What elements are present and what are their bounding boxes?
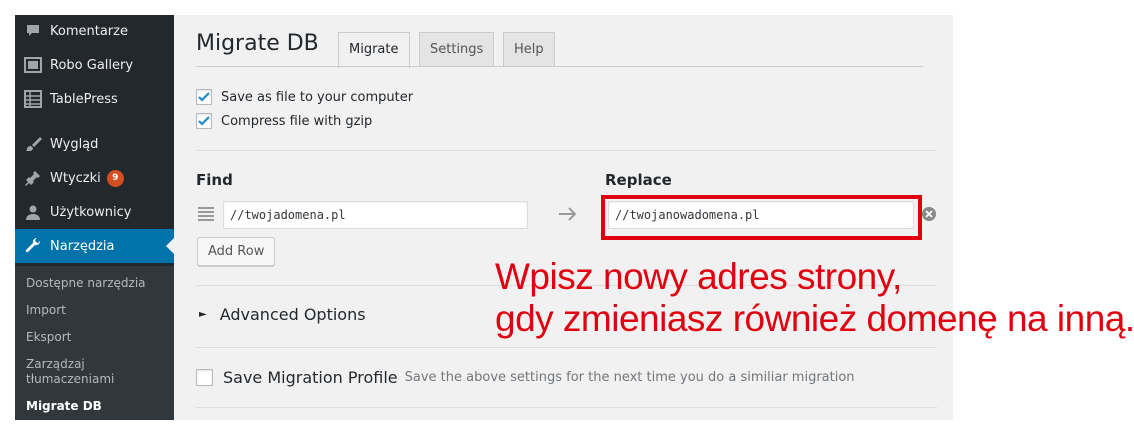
comment-icon [22,20,44,42]
save-file-checkbox[interactable] [196,89,212,105]
option-label: Save as file to your computer [221,89,414,105]
sidebar-item-robo-gallery[interactable]: Robo Gallery [15,48,174,82]
sidebar-item-label: Komentarze [50,23,128,39]
find-input[interactable]: //twojadomena.pl [223,201,528,229]
update-count-badge: 9 [106,169,124,187]
advanced-options-toggle[interactable]: ► Advanced Options [199,305,366,324]
sidebar-item-appearance[interactable]: Wygląd [15,127,174,161]
replace-label: Replace [605,171,672,189]
sidebar-item-label: Narzędzia [50,238,115,254]
find-label: Find [196,171,233,189]
submenu-item-import[interactable]: Import [26,303,66,318]
section-divider [196,407,937,408]
sidebar-item-users[interactable]: Użytkownicy [15,195,174,229]
annotation-highlight-box [601,195,922,240]
sidebar-item-label: Wygląd [50,136,99,152]
tab-help[interactable]: Help [503,32,555,67]
sidebar-item-comments[interactable]: Komentarze [15,14,174,48]
submenu-item-available-tools[interactable]: Dostępne narzędzia [26,276,146,291]
gallery-icon [22,54,44,76]
sidebar-item-label: Użytkownicy [50,204,132,220]
option-compress-gzip[interactable]: Compress file with gzip [196,113,372,129]
save-profile-row[interactable]: Save Migration Profile Save the above se… [196,368,855,387]
annotation-line-2: gdy zmieniasz również domenę na inną. [495,298,1134,339]
save-profile-checkbox[interactable] [196,369,213,386]
active-indicator-arrow [166,238,174,254]
save-profile-label: Save Migration Profile [223,368,398,387]
checkmark-icon [198,116,210,126]
option-save-as-file[interactable]: Save as file to your computer [196,89,413,105]
wrench-icon [22,235,44,257]
user-icon [22,201,44,223]
advanced-options-label: Advanced Options [219,305,366,324]
page-title: Migrate DB [196,31,319,56]
checkmark-icon [198,92,210,102]
annotation-line-1: Wpisz nowy adres strony, [495,256,902,297]
arrow-right-icon [559,207,577,221]
tab-divider [196,66,923,67]
section-divider [196,347,937,348]
annotation-text: Wpisz nowy adres strony, gdy zmieniasz r… [495,256,1134,340]
submenu-item-manage-translations[interactable]: Zarządzaj tłumaczeniami [26,357,136,387]
sidebar-item-tools[interactable]: Narzędzia [15,229,174,263]
plugin-icon [22,167,44,189]
option-label: Compress file with gzip [221,113,373,129]
paintbrush-icon [22,133,44,155]
sidebar-item-plugins[interactable]: Wtyczki 9 [15,161,174,195]
submenu-item-migrate-db[interactable]: Migrate DB [26,399,102,414]
admin-sidebar: Komentarze Robo Gallery TablePress Wyglą… [15,15,174,420]
main-content: Migrate DB Migrate Settings Help Save as… [174,15,953,420]
tab-settings[interactable]: Settings [419,32,495,67]
sidebar-item-label: Robo Gallery [50,57,134,73]
submenu-item-export[interactable]: Eksport [26,330,71,345]
sidebar-item-label: TablePress [50,91,118,107]
sidebar-item-tablepress[interactable]: TablePress [15,82,174,116]
gzip-checkbox[interactable] [196,113,212,129]
remove-row-icon[interactable] [922,207,936,221]
add-row-button[interactable]: Add Row [197,237,276,266]
sidebar-item-label: Wtyczki [50,170,101,186]
section-divider [196,150,937,151]
save-profile-description: Save the above settings for the next tim… [404,370,855,385]
tools-submenu: Dostępne narzędzia Import Eksport Zarząd… [15,266,174,420]
table-icon [22,88,44,110]
drag-handle-icon[interactable] [198,207,214,221]
expand-triangle-icon: ► [199,309,207,320]
tab-migrate[interactable]: Migrate [338,32,410,68]
